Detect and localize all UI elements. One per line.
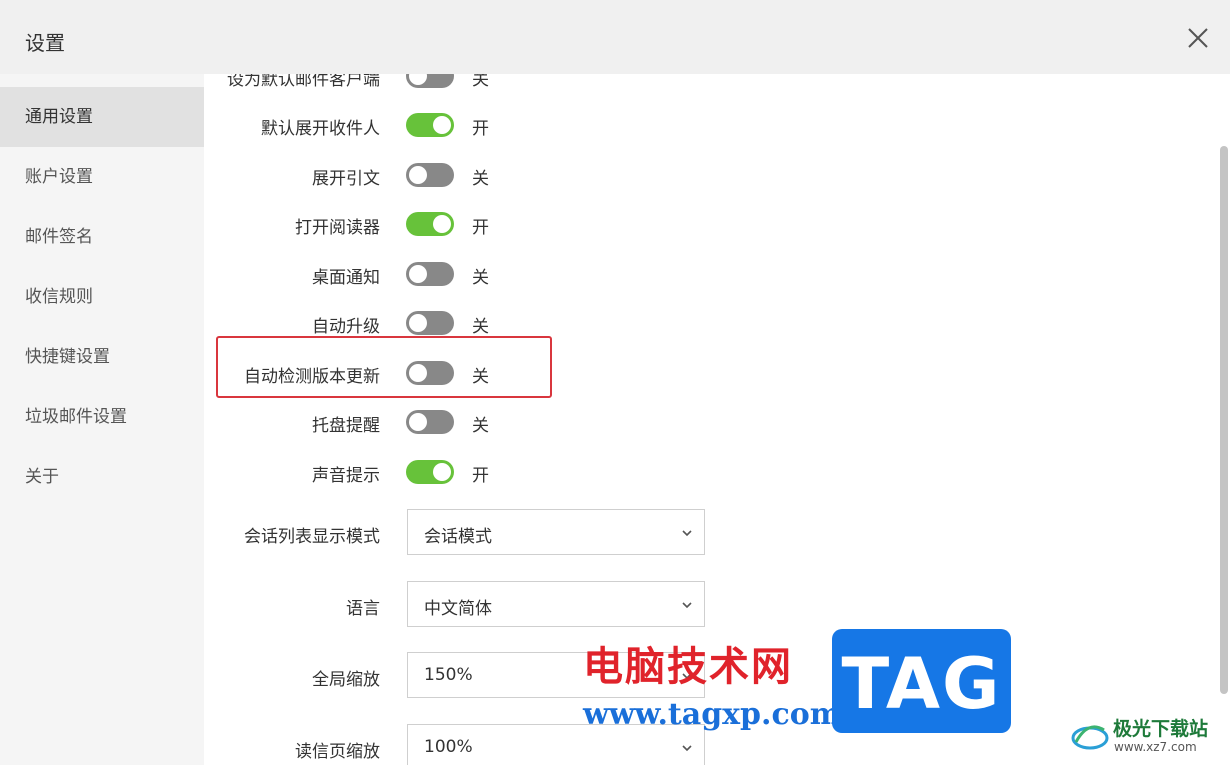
setting-row-default-client: 设为默认邮件客户端 关	[204, 74, 904, 96]
setting-label: 展开引文	[312, 169, 380, 189]
chevron-down-icon	[682, 745, 692, 752]
sidebar-item-shortcuts[interactable]: 快捷键设置	[0, 327, 204, 387]
toggle-switch[interactable]	[406, 460, 454, 484]
setting-row-sound: 声音提示 开	[204, 452, 904, 492]
sidebar-item-rules[interactable]: 收信规则	[0, 267, 204, 327]
watermark-site-text: 电脑技术网	[583, 643, 793, 690]
setting-row-tray-reminder: 托盘提醒 关	[204, 402, 904, 442]
toggle-state-text: 开	[472, 466, 489, 486]
watermark-corner-logo: 极光下载站 www.xz7.com	[1070, 712, 1222, 760]
select-value: 150%	[424, 665, 473, 685]
chevron-down-icon	[682, 530, 692, 537]
setting-label: 读信页缩放	[295, 742, 380, 762]
title-bar: 设置	[0, 0, 1230, 74]
toggle-knob	[409, 413, 427, 431]
setting-label: 语言	[346, 599, 380, 619]
setting-row-expand-quote: 展开引文 关	[204, 155, 904, 195]
sidebar-item-signature[interactable]: 邮件签名	[0, 207, 204, 267]
toggle-state-text: 关	[472, 268, 489, 288]
toggle-switch[interactable]	[406, 113, 454, 137]
settings-dialog: 设置 通用设置 账户设置 邮件签名 收信规则 快捷键设置 垃圾邮件设置 关于 设…	[0, 0, 1230, 765]
toggle-state-text: 关	[472, 74, 489, 90]
setting-label: 默认展开收件人	[261, 119, 380, 139]
toggle-knob	[433, 215, 451, 233]
watermark-corner-name: 极光下载站	[1113, 718, 1209, 740]
toggle-switch[interactable]	[406, 74, 454, 88]
setting-row-global-zoom: 全局缩放 150%	[204, 652, 904, 700]
watermark-corner-url: www.xz7.com	[1114, 740, 1197, 754]
toggle-switch[interactable]	[406, 212, 454, 236]
setting-label: 全局缩放	[312, 670, 380, 690]
watermark-tag-text: TAG	[841, 643, 1002, 725]
toggle-state-text: 关	[472, 317, 489, 337]
toggle-state-text: 关	[472, 169, 489, 189]
setting-label: 托盘提醒	[312, 416, 380, 436]
setting-row-open-reader: 打开阅读器 开	[204, 204, 904, 244]
setting-label: 声音提示	[312, 466, 380, 486]
toggle-knob	[409, 166, 427, 184]
dialog-title: 设置	[25, 31, 65, 55]
toggle-knob	[409, 74, 427, 85]
select-value: 会话模式	[424, 527, 492, 547]
select-value: 100%	[424, 737, 473, 757]
watermark-url: www.tagxp.com	[583, 697, 842, 732]
toggle-switch[interactable]	[406, 410, 454, 434]
setting-label: 桌面通知	[312, 268, 380, 288]
watermark-tag-badge: TAG	[832, 629, 1011, 733]
list-mode-select[interactable]: 会话模式	[407, 509, 705, 555]
sidebar-item-account[interactable]: 账户设置	[0, 147, 204, 207]
sidebar-item-spam[interactable]: 垃圾邮件设置	[0, 387, 204, 447]
toggle-knob	[433, 463, 451, 481]
setting-label: 打开阅读器	[295, 218, 380, 238]
toggle-state-text: 关	[472, 416, 489, 436]
toggle-state-text: 开	[472, 119, 489, 139]
sidebar-item-about[interactable]: 关于	[0, 447, 204, 507]
setting-label: 会话列表显示模式	[244, 527, 380, 547]
toggle-knob	[409, 265, 427, 283]
sidebar: 通用设置 账户设置 邮件签名 收信规则 快捷键设置 垃圾邮件设置 关于	[0, 74, 204, 765]
setting-row-expand-recipients: 默认展开收件人 开	[204, 105, 904, 145]
close-icon[interactable]	[1180, 20, 1216, 56]
sidebar-item-general[interactable]: 通用设置	[0, 87, 204, 147]
chevron-down-icon	[682, 602, 692, 609]
toggle-knob	[433, 116, 451, 134]
highlight-box	[216, 336, 552, 398]
setting-label: 自动升级	[312, 317, 380, 337]
aurora-logo-icon	[1071, 725, 1109, 750]
toggle-knob	[409, 314, 427, 332]
setting-row-desktop-notify: 桌面通知 关	[204, 254, 904, 294]
scrollbar-thumb[interactable]	[1220, 146, 1228, 694]
select-value: 中文简体	[424, 599, 492, 619]
toggle-switch[interactable]	[406, 311, 454, 335]
setting-label: 设为默认邮件客户端	[227, 74, 380, 90]
toggle-switch[interactable]	[406, 163, 454, 187]
language-select[interactable]: 中文简体	[407, 581, 705, 627]
setting-row-language: 语言 中文简体	[204, 581, 904, 629]
toggle-switch[interactable]	[406, 262, 454, 286]
setting-row-list-mode: 会话列表显示模式 会话模式	[204, 509, 904, 557]
toggle-state-text: 开	[472, 218, 489, 238]
